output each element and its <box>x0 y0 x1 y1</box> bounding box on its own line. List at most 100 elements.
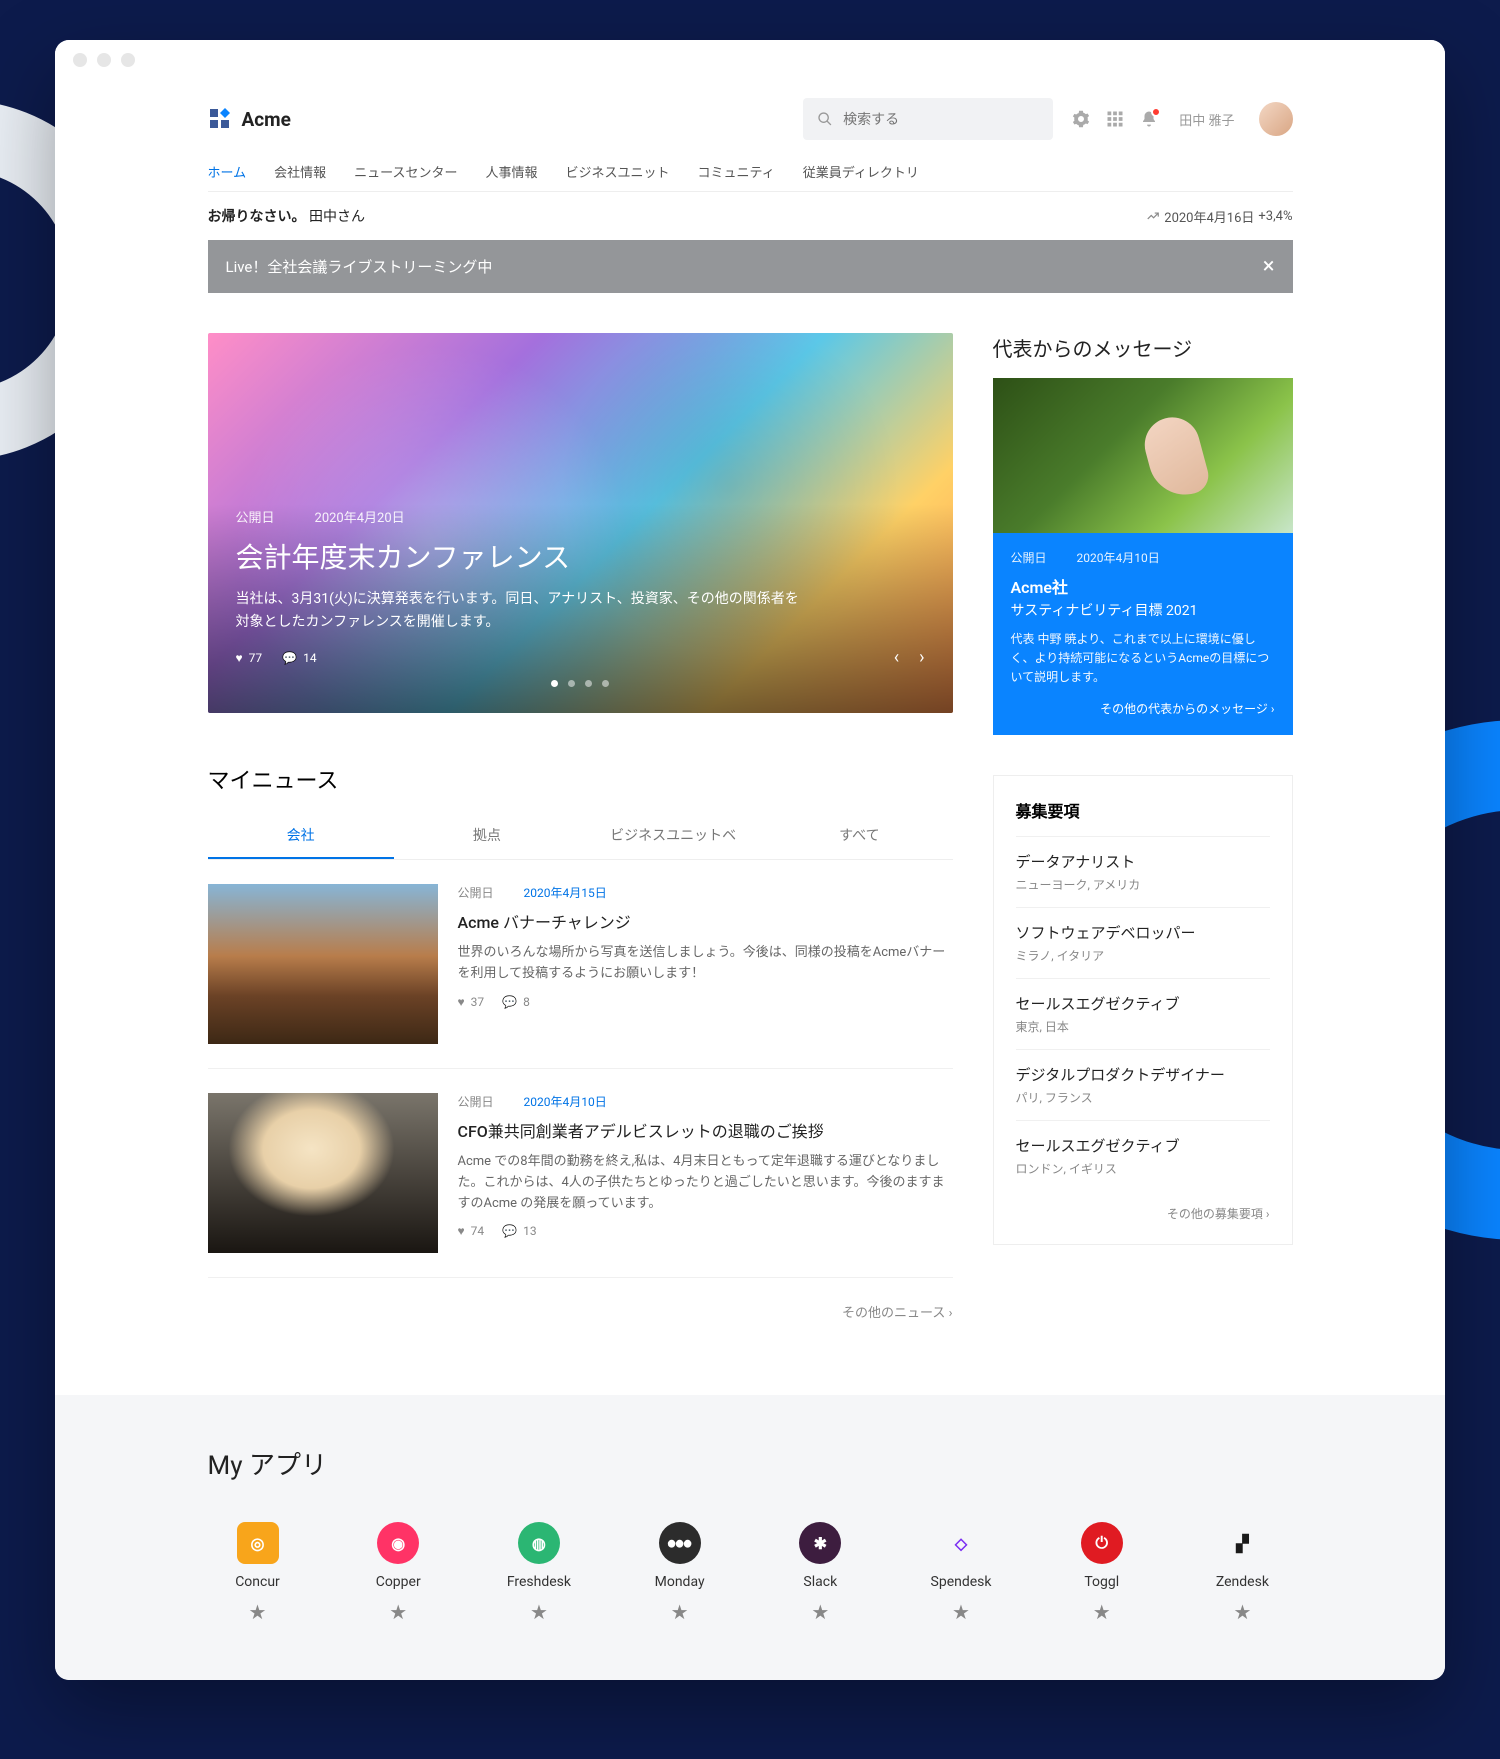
chevron-right-icon: › <box>1271 702 1275 716</box>
nav-company[interactable]: 会社情報 <box>274 152 326 191</box>
app-item[interactable]: ⦁⦁⦁Monday★ <box>630 1522 730 1624</box>
star-icon[interactable]: ★ <box>1093 1600 1111 1624</box>
app-icon: ⏻ <box>1081 1522 1123 1564</box>
nav-home[interactable]: ホーム <box>208 152 247 191</box>
news-comments: 13 <box>523 1224 537 1238</box>
star-icon[interactable]: ★ <box>1233 1600 1251 1624</box>
close-icon[interactable]: × <box>1263 254 1275 279</box>
nav-news-center[interactable]: ニュースセンター <box>354 152 457 191</box>
msg-more-link[interactable]: その他の代表からのメッセージ › <box>1011 700 1275 717</box>
stock-ticker: 2020年4月16日 +3,4% <box>1146 207 1292 226</box>
app-name: Freshdesk <box>507 1574 571 1590</box>
comment-icon[interactable]: 💬 <box>502 995 517 1009</box>
hero-card[interactable]: 公開日 2020年4月20日 会計年度末カンファレンス 当社は、3月31(火)に… <box>208 333 953 713</box>
star-icon[interactable]: ★ <box>952 1600 970 1624</box>
user-avatar[interactable] <box>1259 102 1293 136</box>
star-icon[interactable]: ★ <box>249 1600 267 1624</box>
job-item[interactable]: ソフトウェアデベロッパー ミラノ, イタリア <box>1016 907 1270 978</box>
hero-description: 当社は、3月31(火)に決算発表を行います。同日、アナリスト、投資家、その他の関… <box>236 588 806 633</box>
news-item[interactable]: 公開日 2020年4月10日 CFO兼共同創業者アデルビスレットの退職のご挨拶 … <box>208 1069 953 1278</box>
nav-business-unit[interactable]: ビジネスユニット <box>566 152 670 191</box>
carousel-next[interactable]: › <box>919 647 924 668</box>
app-item[interactable]: ✱ Slack ★ <box>770 1522 870 1624</box>
carousel-prev[interactable]: ‹ <box>894 647 899 668</box>
chevron-right-icon: › <box>1266 1207 1270 1221</box>
settings-button[interactable] <box>1071 109 1091 129</box>
job-location: ミラノ, イタリア <box>1016 947 1270 964</box>
jobs-heading: 募集要項 <box>1016 798 1270 822</box>
heart-icon[interactable]: ♥ <box>458 1224 465 1238</box>
app-icon: ⦁⦁⦁ <box>659 1522 701 1564</box>
jobs-card: 募集要項 データアナリスト ニューヨーク, アメリカ ソフトウェアデベロッパー … <box>993 775 1293 1245</box>
heart-icon[interactable]: ♥ <box>236 651 243 665</box>
news-tab-all[interactable]: すべて <box>766 813 952 859</box>
job-location: 東京, 日本 <box>1016 1018 1270 1035</box>
search-input[interactable] <box>843 111 1039 127</box>
apps-heading: My アプリ <box>208 1445 1293 1482</box>
primary-nav: ホーム 会社情報 ニュースセンター 人事情報 ビジネスユニット コミュニティ 従… <box>208 152 1293 192</box>
logo-icon <box>208 107 232 131</box>
carousel-dot[interactable] <box>602 680 609 687</box>
app-icon: ◎ <box>237 1522 279 1564</box>
app-item[interactable]: ◇Spendesk★ <box>911 1522 1011 1624</box>
ceo-message-image <box>993 378 1293 533</box>
app-icon: ▞ <box>1221 1522 1263 1564</box>
news-tab-location[interactable]: 拠点 <box>394 813 580 859</box>
hero-date-label: 公開日 <box>236 507 275 526</box>
search-box[interactable] <box>803 98 1053 140</box>
app-name: Slack <box>803 1574 837 1590</box>
star-icon[interactable]: ★ <box>671 1600 689 1624</box>
jobs-more-link[interactable]: その他の募集要項 › <box>1016 1205 1270 1222</box>
more-news-link[interactable]: その他のニュース › <box>208 1278 953 1345</box>
logo[interactable]: Acme <box>208 107 291 131</box>
app-item[interactable]: ◍ Freshdesk ★ <box>489 1522 589 1624</box>
job-item[interactable]: デジタルプロダクトデザイナー パリ, フランス <box>1016 1049 1270 1120</box>
heart-icon[interactable]: ♥ <box>458 995 465 1009</box>
gear-icon <box>1072 110 1090 128</box>
news-item[interactable]: 公開日 2020年4月15日 Acme バナーチャレンジ 世界のいろんな場所から… <box>208 860 953 1069</box>
news-tab-bu[interactable]: ビジネスユニットベ <box>580 813 766 859</box>
chevron-right-icon: › <box>949 1306 953 1321</box>
app-name: Zendesk <box>1216 1574 1269 1590</box>
star-icon[interactable]: ★ <box>530 1600 548 1624</box>
news-thumb <box>208 1093 438 1253</box>
notifications-button[interactable] <box>1139 109 1159 129</box>
app-item[interactable]: ◉Copper★ <box>348 1522 448 1624</box>
app-item[interactable]: ◎Concur★ <box>208 1522 308 1624</box>
news-desc: 世界のいろんな場所から写真を送信しましょう。今後は、同様の投稿をAcmeバナーを… <box>458 943 953 985</box>
carousel-dot[interactable] <box>585 680 592 687</box>
stock-date: 2020年4月16日 <box>1164 207 1254 226</box>
nav-community[interactable]: コミュニティ <box>698 152 775 191</box>
app-icon: ◇ <box>940 1522 982 1564</box>
ceo-message-card[interactable]: 公開日 2020年4月10日 Acme社 サスティナビリティ目標 2021 代表… <box>993 378 1293 735</box>
app-icon: ◍ <box>518 1522 560 1564</box>
hero-comments: 14 <box>303 651 317 665</box>
live-banner[interactable]: Live！全社会議ライブストリーミング中 × <box>208 240 1293 293</box>
app-icon: ✱ <box>799 1522 841 1564</box>
comment-icon[interactable]: 💬 <box>502 1224 517 1238</box>
msg-desc: 代表 中野 暁より、これまで以上に環境に優しく、より持続可能になるというAcme… <box>1011 630 1275 688</box>
app-item[interactable]: ⏻ Toggl ★ <box>1052 1522 1152 1624</box>
apps-grid-button[interactable] <box>1105 109 1125 129</box>
nav-directory[interactable]: 従業員ディレクトリ <box>803 152 919 191</box>
job-item[interactable]: セールスエグゼクティブ ロンドン, イギリス <box>1016 1120 1270 1191</box>
news-tab-company[interactable]: 会社 <box>208 813 394 859</box>
job-title: デジタルプロダクトデザイナー <box>1016 1064 1270 1085</box>
job-item[interactable]: セールスエグゼクティブ 東京, 日本 <box>1016 978 1270 1049</box>
logo-text: Acme <box>242 108 291 131</box>
news-date-label: 公開日 <box>458 1093 494 1110</box>
nav-hr[interactable]: 人事情報 <box>486 152 538 191</box>
news-tabs: 会社 拠点 ビジネスユニットベ すべて <box>208 813 953 860</box>
job-item[interactable]: データアナリスト ニューヨーク, アメリカ <box>1016 836 1270 907</box>
app-name: Toggl <box>1084 1574 1119 1590</box>
carousel-dot[interactable] <box>551 680 558 687</box>
carousel-dot[interactable] <box>568 680 575 687</box>
news-date: 2020年4月15日 <box>524 884 607 901</box>
star-icon[interactable]: ★ <box>389 1600 407 1624</box>
app-item[interactable]: ▞ Zendesk ★ <box>1192 1522 1292 1624</box>
browser-window: Acme <box>55 40 1445 1680</box>
comment-icon[interactable]: 💬 <box>282 651 297 665</box>
star-icon[interactable]: ★ <box>811 1600 829 1624</box>
browser-chrome <box>55 40 1445 80</box>
welcome-name: 田中さん <box>309 209 365 225</box>
